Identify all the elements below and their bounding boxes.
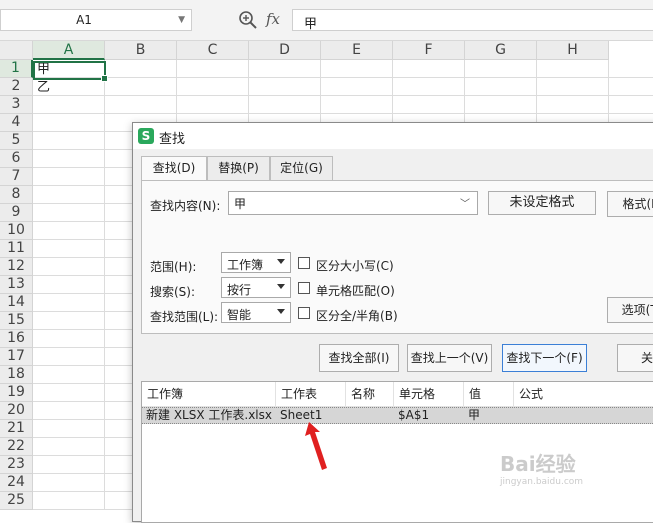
format-button[interactable]: 格式(M: [607, 191, 653, 217]
row-header-15[interactable]: 15: [0, 312, 33, 330]
tab-replace[interactable]: 替换(P): [207, 156, 270, 180]
watermark-main: Bai经验: [500, 452, 576, 476]
row-header-7[interactable]: 7: [0, 168, 33, 186]
lookin-label: 查找范围(L):: [150, 310, 219, 324]
column-header-c[interactable]: C: [177, 41, 249, 60]
col-sheet[interactable]: 工作表: [276, 382, 346, 406]
cell-a2[interactable]: 乙: [37, 79, 50, 97]
row-header-13[interactable]: 13: [0, 276, 33, 294]
caret-down-icon: [277, 259, 285, 264]
result-workbook: 新建 XLSX 工作表.xlsx: [146, 408, 272, 422]
find-label: 查找内容(N):: [150, 199, 221, 213]
search-select[interactable]: 按行: [221, 277, 291, 298]
formula-bar: A1 ▼ fx 甲: [0, 0, 653, 41]
scope-value: 工作簿: [227, 258, 264, 272]
active-cell-border: [33, 61, 108, 82]
row-header-25[interactable]: 25: [0, 492, 33, 510]
table-row[interactable]: 新建 XLSX 工作表.xlsx Sheet1 $A$1 甲: [142, 407, 653, 424]
select-all-corner[interactable]: [0, 41, 33, 60]
row-header-17[interactable]: 17: [0, 348, 33, 366]
row-header-20[interactable]: 20: [0, 402, 33, 420]
name-box[interactable]: A1 ▼: [0, 9, 192, 31]
col-cell[interactable]: 单元格: [394, 382, 464, 406]
find-value: 甲: [234, 197, 247, 211]
row-header-8[interactable]: 8: [0, 186, 33, 204]
no-format-button[interactable]: 未设定格式: [488, 191, 596, 215]
close-button[interactable]: 关: [617, 344, 653, 372]
row-header-1[interactable]: 1: [0, 60, 33, 78]
dialog-titlebar[interactable]: 查找: [133, 123, 653, 149]
result-value: 甲: [468, 408, 481, 422]
find-next-button[interactable]: 查找下一个(F): [502, 344, 587, 372]
match-case-checkbox[interactable]: [298, 257, 310, 269]
find-input[interactable]: 甲 ﹀: [228, 191, 478, 215]
name-box-value: A1: [76, 13, 92, 27]
row-header-12[interactable]: 12: [0, 258, 33, 276]
row-header-24[interactable]: 24: [0, 474, 33, 492]
find-prev-button[interactable]: 查找上一个(V): [407, 344, 492, 372]
caret-down-icon: [277, 284, 285, 289]
scope-label: 范围(H):: [150, 260, 197, 274]
row-header-19[interactable]: 19: [0, 384, 33, 402]
match-width-label[interactable]: 区分全/半角(B): [316, 307, 398, 324]
chevron-down-icon[interactable]: ﹀: [460, 195, 470, 210]
row-header-16[interactable]: 16: [0, 330, 33, 348]
row-header-21[interactable]: 21: [0, 420, 33, 438]
formula-text: 甲: [304, 17, 318, 32]
red-arrow-annotation: [305, 422, 327, 470]
tab-find[interactable]: 查找(D): [141, 156, 207, 182]
row-header-4[interactable]: 4: [0, 114, 33, 132]
match-case-label[interactable]: 区分大小写(C): [316, 257, 394, 274]
column-header-f[interactable]: F: [393, 41, 465, 60]
col-name[interactable]: 名称: [346, 382, 394, 406]
match-cell-label[interactable]: 单元格匹配(O): [316, 282, 395, 299]
column-header-e[interactable]: E: [321, 41, 393, 60]
fx-icon[interactable]: fx: [266, 10, 280, 28]
column-header-h[interactable]: H: [537, 41, 609, 60]
lookin-select[interactable]: 智能: [221, 302, 291, 323]
search-value: 按行: [227, 283, 252, 297]
column-header-d[interactable]: D: [249, 41, 321, 60]
match-width-checkbox[interactable]: [298, 307, 310, 319]
column-header-a[interactable]: A: [33, 41, 105, 60]
wps-logo-icon: [138, 128, 154, 144]
watermark-sub: jingyan.baidu.com: [500, 477, 584, 487]
column-header-g[interactable]: G: [465, 41, 537, 60]
col-formula[interactable]: 公式: [514, 382, 653, 406]
row-header-22[interactable]: 22: [0, 438, 33, 456]
col-value[interactable]: 值: [464, 382, 514, 406]
row-header-9[interactable]: 9: [0, 204, 33, 222]
chevron-down-icon[interactable]: ▼: [178, 15, 185, 25]
row-header-18[interactable]: 18: [0, 366, 33, 384]
results-header: 工作簿 工作表 名称 单元格 值 公式: [142, 382, 653, 407]
scope-select[interactable]: 工作簿: [221, 252, 291, 273]
row-header-5[interactable]: 5: [0, 132, 33, 150]
match-cell-checkbox[interactable]: [298, 282, 310, 294]
col-workbook[interactable]: 工作簿: [142, 382, 276, 406]
find-all-button[interactable]: 查找全部(I): [319, 344, 399, 372]
options-button[interactable]: 选项(T): [607, 297, 653, 323]
row-header-3[interactable]: 3: [0, 96, 33, 114]
lookin-value: 智能: [227, 308, 252, 322]
column-header-b[interactable]: B: [105, 41, 177, 60]
caret-down-icon: [277, 309, 285, 314]
row-header-6[interactable]: 6: [0, 150, 33, 168]
row-header-23[interactable]: 23: [0, 456, 33, 474]
row-header-10[interactable]: 10: [0, 222, 33, 240]
watermark: Bai经验 jingyan.baidu.com: [500, 448, 583, 487]
result-cell: $A$1: [398, 408, 430, 422]
search-label: 搜索(S):: [150, 285, 196, 299]
row-header-11[interactable]: 11: [0, 240, 33, 258]
find-panel: 查找内容(N): 甲 ﹀ 未设定格式 格式(M 范围(H): 工作簿 区分大小写…: [141, 180, 653, 334]
dialog-title: 查找: [159, 132, 186, 147]
row-header-14[interactable]: 14: [0, 294, 33, 312]
row-header-2[interactable]: 2: [0, 78, 33, 96]
zoom-icon[interactable]: [238, 10, 258, 30]
formula-input[interactable]: 甲: [292, 9, 653, 32]
tab-goto[interactable]: 定位(G): [270, 156, 333, 180]
